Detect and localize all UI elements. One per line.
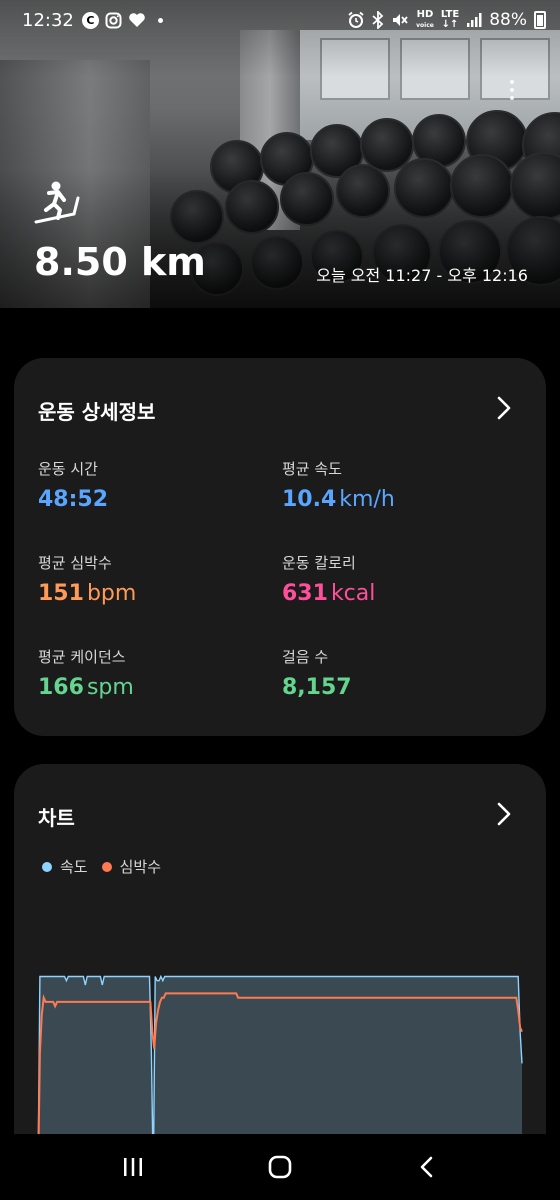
- heart-icon: [128, 12, 146, 28]
- c-circle-icon: C: [81, 11, 99, 29]
- navigation-bar: [0, 1134, 560, 1200]
- metric-label: 평균 심박수: [38, 554, 112, 572]
- bluetooth-icon: [372, 11, 384, 29]
- back-icon[interactable]: [407, 1147, 447, 1187]
- metric-label: 평균 속도: [282, 460, 342, 478]
- chevron-right-icon[interactable]: [490, 800, 518, 828]
- hd-voice-icon: HD voice: [416, 8, 434, 29]
- metric-avg-heart-rate: 평균 심박수 151 bpm: [38, 552, 136, 606]
- metric-value: 166 spm: [38, 675, 134, 700]
- metric-label: 운동 칼로리: [282, 554, 356, 572]
- metric-calories: 운동 칼로리 631 kcal: [282, 552, 375, 606]
- treadmill-runner-icon: [34, 180, 84, 224]
- instagram-icon: [105, 12, 122, 29]
- details-title: 운동 상세정보: [38, 400, 156, 424]
- metric-steps: 걸음 수 8,157: [282, 646, 352, 700]
- chart-legend: 속도 심박수: [42, 856, 161, 877]
- workout-time-range: 오늘 오전 11:27 - 오후 12:16: [316, 266, 528, 285]
- metric-value: 10.4 km/h: [282, 487, 395, 512]
- metric-label: 평균 케이던스: [38, 648, 126, 666]
- metric-avg-speed: 평균 속도 10.4 km/h: [282, 458, 395, 512]
- battery-icon: [534, 11, 546, 29]
- legend-item-heart-rate: 심박수: [101, 856, 162, 877]
- hero-banner: 8.50 km 오늘 오전 11:27 - 오후 12:16: [0, 0, 560, 308]
- mute-icon: [391, 11, 409, 29]
- metric-label: 운동 시간: [38, 460, 98, 478]
- legend-dot: [101, 861, 112, 872]
- status-time: 12:32: [22, 9, 74, 31]
- alarm-icon: [347, 11, 365, 29]
- dot-icon: [157, 17, 163, 23]
- lte-icon: LTE ↓↑: [440, 9, 460, 30]
- signal-icon: [466, 12, 482, 28]
- metric-value: 8,157: [282, 675, 352, 700]
- battery-percent: 88%: [489, 10, 527, 30]
- metric-value: 631 kcal: [282, 581, 376, 606]
- workout-distance: 8.50 km: [34, 240, 206, 284]
- chart-title: 차트: [38, 806, 75, 830]
- metric-value: 48:52: [38, 487, 109, 512]
- home-icon[interactable]: [260, 1147, 300, 1187]
- status-bar: 12:32 C HD voice LTE ↓↑ 88%: [0, 0, 560, 40]
- legend-item-speed: 속도: [42, 856, 88, 877]
- more-options-icon[interactable]: [510, 80, 514, 100]
- chevron-right-icon[interactable]: [490, 394, 518, 422]
- workout-details-card[interactable]: 운동 상세정보 운동 시간 48:52 평균 속도 10.4 km/h 평균 심박…: [14, 358, 546, 736]
- legend-dot: [42, 861, 52, 872]
- metric-duration: 운동 시간 48:52: [38, 458, 108, 512]
- legend-label: 속도: [60, 858, 88, 876]
- metric-value: 151 bpm: [38, 581, 137, 606]
- metric-avg-cadence: 평균 케이던스 166 spm: [38, 646, 134, 700]
- legend-label: 심박수: [119, 858, 162, 876]
- metric-label: 걸음 수: [282, 648, 329, 666]
- recent-apps-icon[interactable]: [113, 1147, 153, 1187]
